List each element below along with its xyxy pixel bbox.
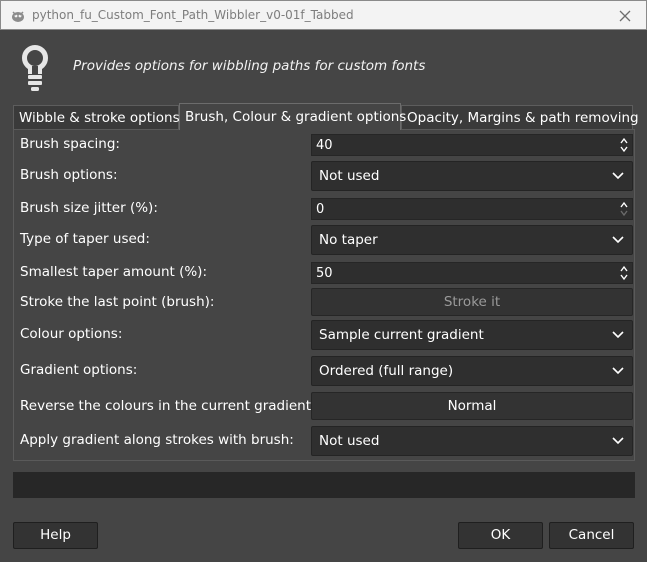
title-bar: python_fu_Custom_Font_Path_Wibbler_v0-01…	[0, 0, 647, 30]
brush-options-dropdown[interactable]: Not used	[311, 161, 633, 191]
row-reverse-colours: Reverse the colours in the current gradi…	[14, 392, 634, 422]
smallest-taper-value: 50	[316, 266, 333, 281]
progress-bar	[13, 472, 635, 498]
spin-arrows-icon[interactable]	[619, 136, 629, 154]
apply-gradient-value: Not used	[319, 433, 380, 449]
brush-spacing-value: 40	[316, 138, 333, 153]
chevron-down-icon	[612, 236, 624, 244]
cancel-button[interactable]: Cancel	[549, 522, 634, 549]
row-brush-spacing: Brush spacing: 40	[14, 130, 634, 160]
gradient-options-dropdown[interactable]: Ordered (full range)	[311, 356, 633, 386]
chevron-down-icon	[612, 437, 624, 445]
row-smallest-taper: Smallest taper amount (%): 50	[14, 258, 634, 288]
smallest-taper-spinbox[interactable]: 50	[311, 262, 633, 284]
row-apply-gradient: Apply gradient along strokes with brush:…	[14, 426, 634, 456]
spin-arrows-icon[interactable]	[619, 200, 629, 218]
tab-wibble-stroke[interactable]: Wibble & stroke options	[13, 105, 180, 130]
colour-options-value: Sample current gradient	[319, 327, 484, 343]
row-brush-size-jitter: Brush size jitter (%): 0	[14, 194, 634, 224]
brush-options-label: Brush options:	[20, 167, 118, 183]
brush-size-jitter-spinbox[interactable]: 0	[311, 198, 633, 220]
brush-spacing-spinbox[interactable]: 40	[311, 134, 633, 156]
brush-spacing-label: Brush spacing:	[20, 136, 120, 152]
close-icon	[619, 10, 631, 22]
apply-gradient-label: Apply gradient along strokes with brush:	[20, 432, 294, 448]
tab-opacity-margins[interactable]: Opacity, Margins & path removing	[401, 105, 639, 130]
options-panel: Brush spacing: 40 Brush options: Not use…	[13, 129, 635, 461]
row-colour-options: Colour options: Sample current gradient	[14, 320, 634, 350]
gimp-icon	[12, 11, 24, 22]
spin-arrows-icon[interactable]	[619, 264, 629, 282]
chevron-down-icon	[612, 331, 624, 339]
apply-gradient-dropdown[interactable]: Not used	[311, 426, 633, 456]
row-gradient-options: Gradient options: Ordered (full range)	[14, 356, 634, 386]
brush-options-value: Not used	[319, 168, 380, 184]
stroke-it-button[interactable]: Stroke it	[311, 288, 633, 316]
taper-type-dropdown[interactable]: No taper	[311, 225, 633, 255]
tab-brush-colour-gradient[interactable]: Brush, Colour & gradient options	[179, 103, 406, 130]
row-taper-type: Type of taper used: No taper	[14, 225, 634, 255]
ok-button[interactable]: OK	[458, 522, 543, 549]
lightbulb-icon	[22, 45, 48, 91]
taper-type-value: No taper	[319, 232, 378, 248]
brush-size-jitter-label: Brush size jitter (%):	[20, 200, 158, 216]
chevron-down-icon	[612, 367, 624, 375]
window-title: python_fu_Custom_Font_Path_Wibbler_v0-01…	[32, 8, 354, 22]
gradient-options-value: Ordered (full range)	[319, 363, 454, 379]
brush-size-jitter-value: 0	[316, 202, 325, 217]
gradient-options-label: Gradient options:	[20, 362, 138, 378]
colour-options-label: Colour options:	[20, 326, 123, 342]
row-stroke-last-point: Stroke the last point (brush): Stroke it	[14, 288, 634, 318]
stroke-last-point-label: Stroke the last point (brush):	[20, 294, 215, 310]
plugin-description: Provides options for wibbling paths for …	[73, 58, 426, 74]
close-button[interactable]	[614, 5, 636, 27]
chevron-down-icon	[612, 172, 624, 180]
taper-type-label: Type of taper used:	[20, 231, 150, 247]
row-brush-options: Brush options: Not used	[14, 161, 634, 191]
reverse-colours-toggle-button[interactable]: Normal	[311, 392, 633, 420]
smallest-taper-label: Smallest taper amount (%):	[20, 264, 207, 280]
reverse-colours-label: Reverse the colours in the current gradi…	[20, 398, 316, 414]
help-button[interactable]: Help	[13, 522, 98, 549]
colour-options-dropdown[interactable]: Sample current gradient	[311, 320, 633, 350]
